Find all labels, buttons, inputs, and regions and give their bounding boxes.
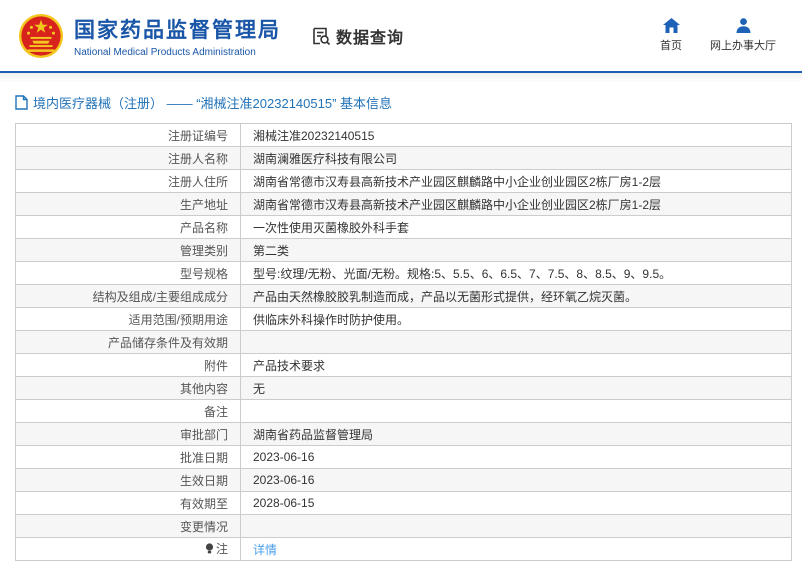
table-row: 批准日期 2023-06-16: [15, 445, 792, 469]
row-value: 供临床外科操作时防护使用。: [240, 307, 792, 331]
table-row: 有效期至 2028-06-15: [15, 491, 792, 515]
row-value: 湖南省常德市汉寿县高新技术产业园区麒麟路中小企业创业园区2栋厂房1-2层: [240, 192, 792, 216]
table-row: 审批部门 湖南省药品监督管理局: [15, 422, 792, 446]
nav-service-hall-label: 网上办事大厅: [710, 40, 776, 52]
table-row-note: 注 详情: [15, 537, 792, 561]
table-row: 结构及组成/主要组成成分 产品由天然橡胶胶乳制造而成，产品以无菌形式提供，经环氧…: [15, 284, 792, 308]
row-value: 详情: [240, 537, 792, 561]
row-value: 湖南澜雅医疗科技有限公司: [240, 146, 792, 170]
table-row: 适用范围/预期用途 供临床外科操作时防护使用。: [15, 307, 792, 331]
row-label: 适用范围/预期用途: [15, 307, 241, 331]
row-label: 生效日期: [15, 468, 241, 492]
row-value: 2023-06-16: [240, 468, 792, 492]
table-row: 其他内容 无: [15, 376, 792, 400]
data-query-label: 数据查询: [336, 29, 405, 47]
table-row: 产品名称 一次性使用灭菌橡胶外科手套: [15, 215, 792, 239]
row-value: [240, 399, 792, 423]
site-header: 国家药品监督管理局 National Medical Products Admi…: [0, 0, 802, 73]
row-label: 生产地址: [15, 192, 241, 216]
note-label: 注: [215, 542, 228, 556]
nav-home[interactable]: 首页: [660, 18, 682, 53]
table-row: 注册证编号 湘械注准20232140515: [15, 123, 792, 147]
detail-link[interactable]: 详情: [253, 543, 277, 557]
row-value: 一次性使用灭菌橡胶外科手套: [240, 215, 792, 239]
row-label: 审批部门: [15, 422, 241, 446]
row-label: 有效期至: [15, 491, 241, 515]
row-label: 型号规格: [15, 261, 241, 285]
table-row: 生产地址 湖南省常德市汉寿县高新技术产业园区麒麟路中小企业创业园区2栋厂房1-2…: [15, 192, 792, 216]
row-value: [240, 330, 792, 354]
table-row: 注册人名称 湖南澜雅医疗科技有限公司: [15, 146, 792, 170]
row-value: 第二类: [240, 238, 792, 262]
row-value: 2028-06-15: [240, 491, 792, 515]
table-row: 产品储存条件及有效期: [15, 330, 792, 354]
home-icon: [662, 18, 680, 33]
row-label: 产品储存条件及有效期: [15, 330, 241, 354]
row-value: 2023-06-16: [240, 445, 792, 469]
nav-home-label: 首页: [660, 40, 682, 52]
row-label: 注册人名称: [15, 146, 241, 170]
table-row: 注册人住所 湖南省常德市汉寿县高新技术产业园区麒麟路中小企业创业园区2栋厂房1-…: [15, 169, 792, 193]
header-nav: 首页 网上办事大厅: [660, 18, 776, 53]
data-query-tab[interactable]: 数据查询: [311, 24, 404, 48]
row-label: 其他内容: [15, 376, 241, 400]
table-row: 管理类别 第二类: [15, 238, 792, 262]
bulb-icon: [205, 543, 214, 558]
site-title-cn: 国家药品监督管理局: [74, 18, 281, 42]
row-label: 注册证编号: [15, 123, 241, 147]
header-shadow: [0, 73, 802, 82]
user-icon: [736, 18, 751, 33]
row-value: 湖南省常德市汉寿县高新技术产业园区麒麟路中小企业创业园区2栋厂房1-2层: [240, 169, 792, 193]
table-row: 型号规格 型号:纹理/无粉、光面/无粉。规格:5、5.5、6、6.5、7、7.5…: [15, 261, 792, 285]
row-label: 结构及组成/主要组成成分: [15, 284, 241, 308]
table-row: 变更情况: [15, 514, 792, 538]
document-icon: [15, 95, 28, 110]
row-label: 管理类别: [15, 238, 241, 262]
table-row: 生效日期 2023-06-16: [15, 468, 792, 492]
row-label: 产品名称: [15, 215, 241, 239]
row-value: 产品由天然橡胶胶乳制造而成，产品以无菌形式提供，经环氧乙烷灭菌。: [240, 284, 792, 308]
row-value: [240, 514, 792, 538]
row-label: 变更情况: [15, 514, 241, 538]
row-label: 注册人住所: [15, 169, 241, 193]
row-label: 附件: [15, 353, 241, 377]
row-value: 湖南省药品监督管理局: [240, 422, 792, 446]
registration-info-table: 注册证编号 湘械注准20232140515 注册人名称 湖南澜雅医疗科技有限公司…: [15, 123, 792, 561]
row-value: 无: [240, 376, 792, 400]
table-row: 附件 产品技术要求: [15, 353, 792, 377]
nav-service-hall[interactable]: 网上办事大厅: [710, 18, 776, 53]
row-label: 备注: [15, 399, 241, 423]
row-value: 型号:纹理/无粉、光面/无粉。规格:5、5.5、6、6.5、7、7.5、8、8.…: [240, 261, 792, 285]
row-value: 湘械注准20232140515: [240, 123, 792, 147]
china-national-emblem-icon: [18, 13, 64, 58]
site-title-en: National Medical Products Administration: [74, 46, 256, 58]
breadcrumb-text: 境内医疗器械（注册） —— “湘械注准20232140515” 基本信息: [33, 96, 393, 111]
row-value: 产品技术要求: [240, 353, 792, 377]
breadcrumb: 境内医疗器械（注册） —— “湘械注准20232140515” 基本信息: [15, 93, 802, 112]
row-label: 批准日期: [15, 445, 241, 469]
site-titles: 国家药品监督管理局 National Medical Products Admi…: [74, 14, 281, 58]
nmpa-logo: 国家药品监督管理局 National Medical Products Admi…: [18, 13, 281, 59]
table-row: 备注: [15, 399, 792, 423]
document-search-icon: [311, 26, 331, 46]
row-label: 注: [15, 537, 241, 561]
